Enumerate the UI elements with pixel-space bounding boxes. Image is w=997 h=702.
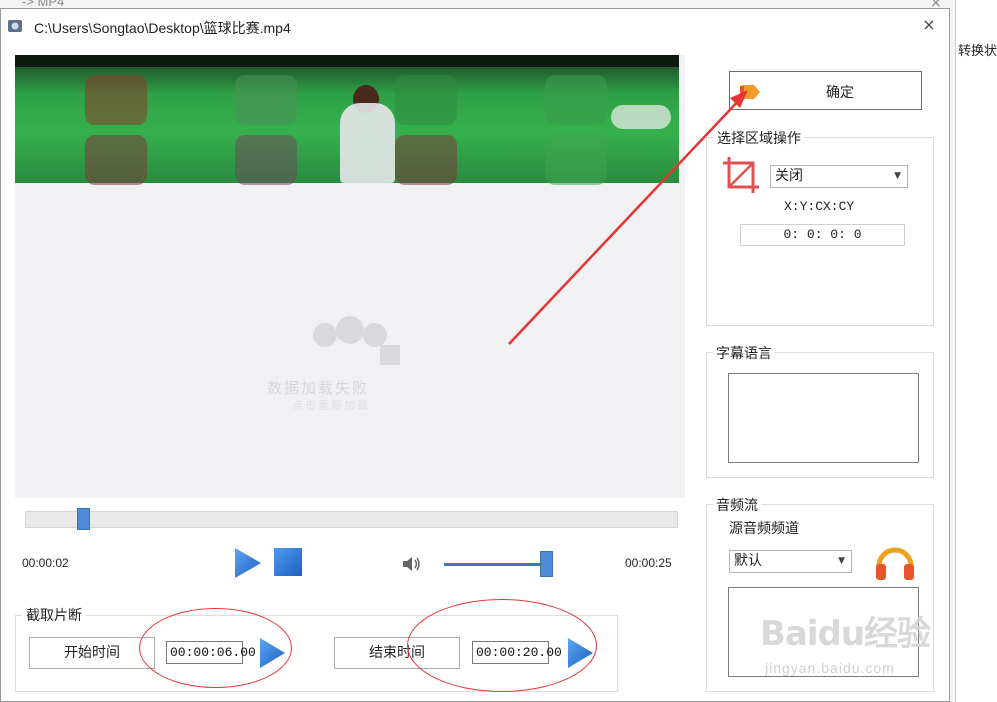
headphones-icon [876, 547, 914, 580]
load-failed-title: 数据加载失败 [267, 379, 370, 397]
close-icon[interactable]: × [919, 15, 939, 35]
video-player-jersey [340, 103, 395, 183]
crop-icon[interactable] [721, 155, 761, 195]
confirm-icon [740, 85, 760, 99]
video-tile [395, 75, 457, 125]
annotation-ellipse-start [139, 608, 292, 688]
coords-label: X:Y:CX:CY [784, 199, 855, 214]
video-tile [85, 135, 147, 185]
total-time: 00:00:25 [625, 556, 672, 570]
chevron-down-icon: ▼ [894, 171, 901, 181]
baidu-watermark-url: jingyan.baidu.com [765, 660, 895, 676]
load-failed-subtitle: 点击重新加载 [292, 399, 370, 412]
video-preview[interactable]: 数据加载失败 点击重新加载 [15, 55, 685, 498]
audio-channel-value: 默认 [734, 553, 762, 569]
dialog-titlebar: C:\Users\Songtao\Desktop\篮球比赛.mp4 × [1, 9, 949, 43]
speaker-icon[interactable] [402, 555, 422, 573]
load-failed-icon [313, 316, 400, 365]
volume-slider[interactable] [444, 563, 550, 566]
video-status-bar [15, 55, 679, 67]
dialog-title: C:\Users\Songtao\Desktop\篮球比赛.mp4 [34, 20, 291, 36]
region-group-title: 选择区域操作 [714, 128, 804, 148]
video-tile [395, 135, 457, 185]
video-tile [235, 75, 297, 125]
annotation-ellipse-end [407, 599, 597, 692]
video-tile [545, 135, 607, 185]
video-tile [85, 75, 147, 125]
source-channel-label: 源音频频道 [729, 521, 799, 537]
audio-group-title: 音频流 [713, 495, 761, 515]
video-float-button [611, 105, 671, 129]
region-mode-value: 关闭 [775, 168, 803, 184]
clip-group-title: 截取片断 [22, 605, 86, 625]
background-side-label: 转换状 [958, 40, 997, 59]
video-tile [235, 135, 297, 185]
play-icon[interactable] [233, 546, 263, 580]
seek-thumb[interactable] [77, 508, 90, 530]
app-icon [8, 20, 22, 32]
video-frame-green [15, 55, 679, 185]
start-time-button[interactable]: 开始时间 [29, 637, 155, 669]
baidu-watermark: Baidu经验 [760, 614, 931, 654]
stop-icon[interactable] [274, 548, 302, 576]
region-mode-select[interactable]: 关闭 ▼ [770, 165, 908, 188]
seek-slider[interactable] [25, 511, 678, 528]
background-side-panel [955, 0, 997, 702]
subtitle-group-title: 字幕语言 [713, 343, 775, 363]
chevron-down-icon: ▼ [838, 556, 845, 566]
audio-channel-select[interactable]: 默认 ▼ [729, 550, 852, 573]
volume-thumb[interactable] [540, 551, 553, 577]
confirm-label: 确定 [826, 85, 854, 101]
coords-field[interactable]: 0: 0: 0: 0 [740, 224, 905, 246]
video-tile [545, 75, 607, 125]
subtitle-language-list[interactable] [728, 373, 919, 463]
current-time: 00:00:02 [22, 556, 69, 570]
